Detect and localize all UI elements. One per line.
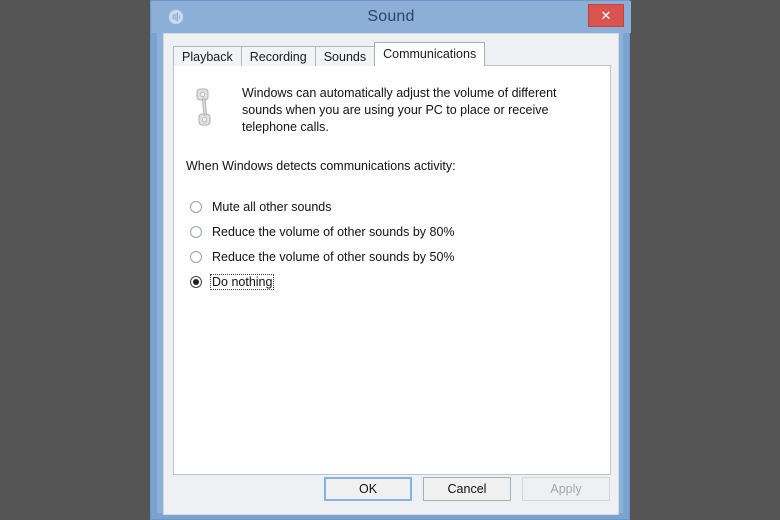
tab-recording[interactable]: Recording <box>240 46 316 66</box>
window-title: Sound <box>367 8 415 25</box>
group-prompt: When Windows detects communications acti… <box>186 159 456 173</box>
radio-option-mute-all[interactable]: Mute all other sounds <box>190 194 457 219</box>
communications-radio-group: Mute all other sounds Reduce the volume … <box>190 194 457 294</box>
radio-option-label: Reduce the volume of other sounds by 80% <box>212 224 455 239</box>
radio-option-reduce-50[interactable]: Reduce the volume of other sounds by 50% <box>190 244 457 269</box>
tab-communications[interactable]: Communications <box>374 42 486 66</box>
close-icon[interactable]: ✕ <box>588 4 624 27</box>
cancel-button[interactable]: Cancel <box>423 477 511 501</box>
radio-icon <box>190 250 202 263</box>
sound-dialog-window: Sound ✕ Playback Recording Sounds Commun… <box>150 0 631 520</box>
telephone-handset-icon <box>192 87 218 129</box>
radio-icon <box>190 200 202 213</box>
tab-sounds[interactable]: Sounds <box>314 46 376 66</box>
radio-option-reduce-80[interactable]: Reduce the volume of other sounds by 80% <box>190 219 457 244</box>
radio-option-label: Reduce the volume of other sounds by 50% <box>212 249 455 264</box>
tab-strip: Playback Recording Sounds Communications <box>173 42 486 66</box>
title-bar[interactable]: Sound ✕ <box>151 1 631 33</box>
description-text: Windows can automatically adjust the vol… <box>242 86 557 134</box>
apply-button: Apply <box>522 477 610 501</box>
description-row: Windows can automatically adjust the vol… <box>192 85 592 136</box>
radio-option-label: Mute all other sounds <box>212 199 332 214</box>
tab-panel-communications: Windows can automatically adjust the vol… <box>173 65 611 475</box>
tab-playback[interactable]: Playback <box>173 46 242 66</box>
radio-icon <box>190 225 202 238</box>
button-bar: OK Cancel Apply <box>164 477 620 501</box>
radio-icon-selected <box>190 275 202 288</box>
dialog-body: Playback Recording Sounds Communications <box>163 33 619 515</box>
ok-button[interactable]: OK <box>324 477 412 501</box>
radio-option-do-nothing[interactable]: Do nothing <box>190 269 457 294</box>
radio-option-label: Do nothing <box>210 273 275 290</box>
